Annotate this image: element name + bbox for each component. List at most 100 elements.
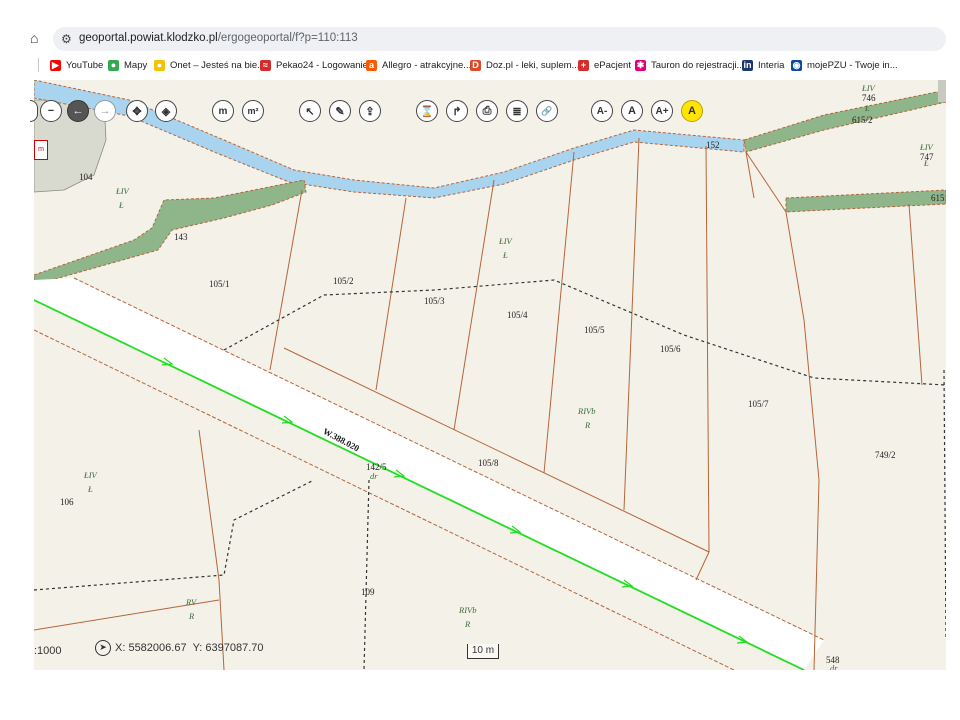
land-use-label: Ł (503, 250, 508, 260)
land-use-label: R (465, 619, 471, 629)
land-use-label: Ł (924, 158, 929, 168)
land-use-label: ŁIV (116, 186, 129, 196)
bookmark-icon: + (578, 59, 589, 71)
bookmark-item[interactable]: D Doz.pl - leki, suplem... (470, 55, 579, 75)
parcel-label: 615/2 (852, 115, 873, 125)
bookmark-label: Tauron do rejestracji... (651, 59, 745, 71)
parcel-label: 105/2 (333, 276, 354, 286)
history-button[interactable]: ⌛ (416, 100, 438, 122)
print-button[interactable]: ⎙ (476, 100, 498, 122)
home-icon[interactable]: ⌂ (30, 31, 44, 45)
bookmark-icon: ≈ (260, 59, 271, 71)
compass-icon[interactable]: ➤ (95, 640, 111, 656)
green-strip-right-top (743, 89, 946, 153)
map-graphics (34, 80, 946, 670)
parcel-label: 746 (862, 93, 876, 103)
parcel-label: 152 (706, 140, 720, 150)
parcel-label: 105/7 (748, 399, 769, 409)
center-button[interactable]: ◈ (155, 100, 177, 122)
land-use-label: RV (186, 597, 197, 607)
font-smaller-button[interactable]: A- (591, 100, 613, 122)
green-strip-right (785, 189, 946, 213)
bookmark-label: Interia (758, 59, 785, 71)
share-button[interactable]: ↱ (446, 100, 468, 122)
bookmark-label: Onet – Jesteś na bie... (170, 59, 266, 71)
parcel-label: 143 (174, 232, 188, 242)
bookmark-item[interactable]: ◉ mojePZU - Twoje in... (791, 55, 898, 75)
bookmark-label: YouTube (66, 59, 104, 71)
bookmark-label: ePacjent (594, 59, 631, 71)
parcel-label: 615 (931, 193, 945, 203)
bookmark-icon: D (470, 59, 481, 71)
site-settings-icon[interactable]: ⚙ (61, 32, 72, 46)
pan-button[interactable]: ✥ (126, 100, 148, 122)
bookmark-icon: ● (108, 59, 119, 71)
bookmark-icon: ◉ (791, 59, 802, 71)
font-larger-button[interactable]: A+ (651, 100, 673, 122)
parcel-label: 105/8 (478, 458, 499, 468)
coord-y: Y: 6397087.70 (192, 642, 264, 654)
land-use-label: ŁIV (920, 142, 933, 152)
land-use-label: dr (370, 471, 378, 481)
bookmark-icon: ▶ (50, 59, 61, 71)
bookmark-icon: a (366, 59, 377, 71)
bookmark-item[interactable]: a Allegro - atrakcyjne... (366, 55, 471, 75)
land-use-label: dr (830, 663, 838, 670)
scale-value: :1000 (34, 645, 62, 657)
bookmark-item[interactable]: ▶ YouTube (50, 55, 103, 75)
font-normal-button[interactable]: A (621, 100, 643, 122)
url-text: geoportal.powiat.klodzko.pl/ergogeoporta… (79, 32, 358, 44)
parcel-label: 105/1 (209, 279, 230, 289)
bookmark-item[interactable]: in Interia (742, 55, 784, 75)
scale-bar: 10 m (467, 644, 499, 659)
bookmark-item[interactable]: + ePacjent (578, 55, 631, 75)
bookmark-label: mojePZU - Twoje in... (807, 59, 898, 71)
draw-button[interactable]: ✎ (329, 100, 351, 122)
bookmark-item[interactable]: ● Mapy (108, 55, 147, 75)
font-highlight-button[interactable]: A (681, 100, 703, 122)
land-use-label: ŁIV (862, 83, 875, 93)
export-button[interactable]: ⇪ (359, 100, 381, 122)
bookmark-icon: ● (154, 59, 165, 71)
bookmark-icon: ✱ (635, 59, 646, 71)
land-use-label: R (585, 420, 591, 430)
parcel-label: 105/3 (424, 296, 445, 306)
land-use-label: Ł (88, 484, 93, 494)
parcel-label: 105/6 (660, 344, 681, 354)
select-button[interactable]: ↖ (299, 100, 321, 122)
parcel-label: 106 (60, 497, 74, 507)
land-use-label: R (189, 611, 195, 621)
layers-button[interactable]: ≣ (506, 100, 528, 122)
address-bar[interactable]: ⚙ geoportal.powiat.klodzko.pl/ergogeopor… (53, 27, 946, 51)
bookmarks-bar: ▶ YouTube ● Mapy ● Onet – Jesteś na bie... ≈ Pe… (0, 55, 960, 75)
link-button[interactable]: 🔗 (536, 100, 558, 122)
bookmark-label: Allegro - atrakcyjne... (382, 59, 472, 71)
pan-right-button[interactable]: → (94, 100, 116, 122)
bookmark-label: Pekao24 - Logowanie (276, 59, 368, 71)
pan-left-button[interactable]: ← (67, 100, 89, 122)
bookmark-label: Doz.pl - leki, suplem... (486, 59, 580, 71)
land-use-label: Ł (865, 103, 870, 113)
browser-chrome: ⌂ ⚙ geoportal.powiat.klodzko.pl/ergogeop… (0, 0, 960, 80)
bookmark-item[interactable]: ✱ Tauron do rejestracji... (635, 55, 744, 75)
zoom-out-button[interactable]: − (40, 100, 62, 122)
map-canvas[interactable]: 104 143 105/1 105/2 105/3 105/4 105/5 10… (34, 80, 946, 670)
bookmark-item[interactable]: ● Onet – Jesteś na bie... (154, 55, 265, 75)
green-strip-left (34, 179, 307, 286)
parcel-label: 105/4 (507, 310, 528, 320)
legend-button[interactable]: m (34, 140, 48, 160)
parcel-label: 105/5 (584, 325, 605, 335)
measure-area-button[interactable]: m² (242, 100, 264, 122)
measure-length-button[interactable]: m (212, 100, 234, 122)
coord-x: X: 5582006.67 (115, 642, 187, 654)
parcel-label: 749/2 (875, 450, 896, 460)
land-use-label: ŁIV (499, 236, 512, 246)
bookmark-item[interactable]: ≈ Pekao24 - Logowanie (260, 55, 368, 75)
land-use-label: ŁIV (84, 470, 97, 480)
bookmark-label: Mapy (124, 59, 148, 71)
coordinates-readout: ➤ X: 5582006.67 Y: 6397087.70 (95, 640, 264, 656)
land-use-label: RIVb (459, 605, 477, 615)
grey-corner (938, 80, 946, 102)
parcel-label: 109 (361, 587, 375, 597)
land-use-label: Ł (119, 200, 124, 210)
